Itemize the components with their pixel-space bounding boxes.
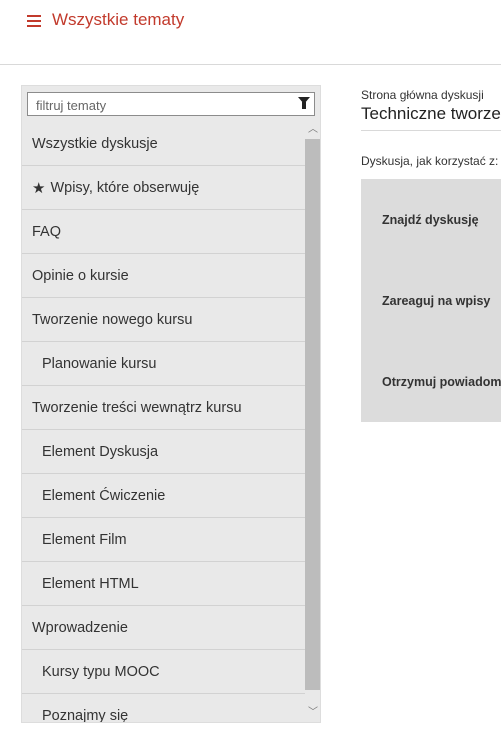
topic-item-element-dyskusja[interactable]: Element Dyskusja	[22, 430, 306, 474]
topic-item-wprowadzenie[interactable]: Wprowadzenie	[22, 606, 306, 650]
topic-label: FAQ	[32, 223, 62, 240]
topic-item-planowanie[interactable]: Planowanie kursu	[22, 342, 306, 386]
topic-label: Element Film	[42, 531, 127, 548]
step-get-notifications: Otrzymuj powiadom	[382, 375, 501, 389]
topic-label: Tworzenie nowego kursu	[32, 311, 193, 328]
filter-icon[interactable]	[298, 97, 310, 109]
topic-label: Element Dyskusja	[42, 443, 159, 460]
topic-item-opinie[interactable]: Opinie o kursie	[22, 254, 306, 298]
topic-label: Element HTML	[42, 575, 139, 592]
topic-label: Planowanie kursu	[42, 355, 157, 372]
scroll-down-icon[interactable]: ﹀	[308, 708, 318, 718]
breadcrumb[interactable]: Strona główna dyskusji	[361, 88, 484, 102]
topic-item-element-film[interactable]: Element Film	[22, 518, 306, 562]
topic-label: Wpisy, które obserwuję	[50, 179, 200, 196]
topic-item-tworzenie-kursu[interactable]: Tworzenie nowego kursu	[22, 298, 306, 342]
step-react-to-posts: Zareaguj na wpisy	[382, 294, 491, 308]
topic-item-mooc[interactable]: Kursy typu MOOC	[22, 650, 306, 694]
topic-list: Wszystkie dyskusje ★ Wpisy, które obserwu…	[22, 122, 306, 723]
topic-item-tworzenie-tresci[interactable]: Tworzenie treści wewnątrz kursu	[22, 386, 306, 430]
star-icon: ★	[32, 179, 46, 197]
all-topics-title[interactable]: Wszystkie tematy	[52, 10, 184, 30]
divider	[361, 130, 501, 131]
topic-label: Element Ćwiczenie	[42, 487, 166, 504]
topics-sidebar: Wszystkie dyskusje ★Wpisy, które obserwu…	[21, 85, 321, 723]
filter-topics-input[interactable]	[34, 94, 293, 116]
topic-label: Poznajmy się	[42, 707, 129, 723]
topic-label: Kursy typu MOOC	[42, 663, 160, 680]
howto-text: Dyskusja, jak korzystać z:	[361, 154, 499, 168]
main-content: Strona główna dyskusji Techniczne tworze…	[361, 85, 501, 425]
topic-label: Wszystkie dyskusje	[32, 135, 158, 152]
topic-item-element-html[interactable]: Element HTML	[22, 562, 306, 606]
topic-item-obserwowane[interactable]: ★ Wpisy, które obserwuję	[22, 166, 306, 210]
step-find-discussion: Znajdź dyskusję	[382, 213, 479, 227]
topic-item-wszystkie-dyskusje[interactable]: Wszystkie dyskusje	[22, 122, 306, 166]
topic-item-poznajmy-sie[interactable]: Poznajmy się	[22, 694, 306, 723]
filter-box	[27, 92, 315, 116]
topic-item-faq[interactable]: FAQ	[22, 210, 306, 254]
top-bar: Wszystkie tematy	[0, 0, 501, 65]
scrollbar-thumb[interactable]	[305, 139, 320, 690]
howto-panel: Znajdź dyskusję Zareaguj na wpisy Otrzym…	[361, 179, 501, 422]
topic-label: Wprowadzenie	[32, 619, 128, 636]
hamburger-menu-icon[interactable]	[27, 12, 43, 28]
topic-item-element-cwiczenie[interactable]: Element Ćwiczenie	[22, 474, 306, 518]
page-title: Techniczne tworzen	[361, 104, 501, 123]
scroll-up-icon[interactable]: ︿	[308, 125, 318, 135]
topic-label: Tworzenie treści wewnątrz kursu	[32, 399, 242, 416]
topic-label: Opinie o kursie	[32, 267, 129, 284]
sidebar-scrollbar[interactable]: ︿ ﹀	[305, 122, 320, 722]
